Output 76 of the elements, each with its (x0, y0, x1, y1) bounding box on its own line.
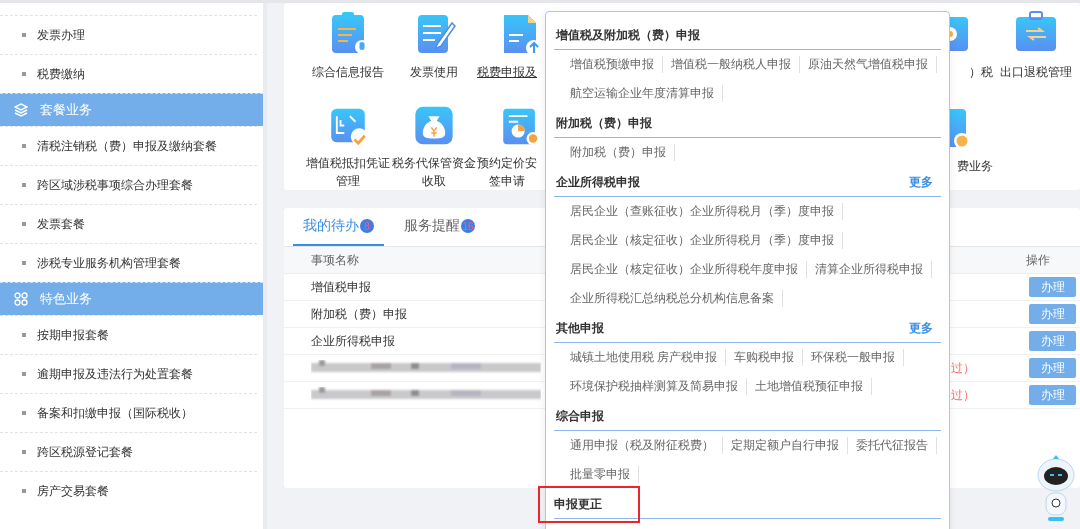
menu-link[interactable]: 环境保护税抽样测算及简易申报 (562, 378, 747, 395)
bullet-icon (22, 411, 26, 415)
menu-section-title: 增值税及附加税（费）申报 (554, 27, 701, 44)
bullet-icon (22, 489, 26, 493)
menu-link[interactable]: 附加税（费）申报 (562, 144, 675, 161)
status-text: 过） (951, 359, 975, 377)
sidebar-item[interactable]: 跨区税源登记套餐 (37, 443, 133, 461)
sidebar-item[interactable]: 税费缴纳 (37, 65, 85, 83)
more-link[interactable]: 更多 (909, 320, 933, 337)
menu-link[interactable]: 城镇土地使用税 房产税申报 (562, 349, 727, 366)
money-bag-icon[interactable] (412, 105, 456, 146)
bullet-icon (22, 33, 26, 37)
menu-link[interactable]: 增值税一般纳税人申报 (663, 56, 800, 73)
bullet-icon (22, 261, 26, 265)
bullet-icon (22, 372, 26, 376)
menu-section-title: 企业所得税申报 (555, 174, 641, 191)
menu-link[interactable]: 通用申报（税及附征税费） (562, 437, 723, 454)
service-label[interactable]: 费业务 (957, 157, 993, 175)
table-cell-text: 增值税申报 (311, 278, 372, 296)
menu-link[interactable]: 批量零申报 (562, 466, 639, 483)
sidebar-item[interactable]: 涉税专业服务机构管理套餐 (37, 254, 181, 272)
column-header: 事项名称 (311, 251, 360, 269)
section-label: 特色业务 (40, 290, 92, 308)
menu-link[interactable]: 定期定额户自行申报 (723, 437, 848, 454)
tab[interactable]: 服务提醒 16 (394, 208, 485, 246)
menu-link[interactable]: 企业所得税汇总纳税总分机构信息备案 (562, 290, 783, 307)
menu-link[interactable]: 居民企业（核定征收）企业所得税月（季）度申报 (562, 232, 843, 249)
grid-icon (14, 292, 28, 306)
menu-link[interactable]: 车购税申报 (726, 349, 804, 366)
bullet-icon (22, 144, 26, 148)
menu-link[interactable]: 航空运输企业年度清算申报 (562, 85, 723, 102)
table-cell-text: 附加税（费）申报 (311, 305, 408, 323)
service-label[interactable]: 管理 (306, 172, 390, 190)
service-label[interactable]: 增值税抵扣凭证 (306, 154, 390, 172)
menu-link[interactable]: 增值税预缴申报 (562, 56, 663, 73)
bullet-icon (22, 72, 26, 76)
menu-link[interactable]: 环保税一般申报 (803, 349, 905, 366)
service-label[interactable]: 综合信息报告 (312, 63, 384, 81)
service-label[interactable]: 预约定价安 (477, 154, 537, 172)
sidebar-item[interactable]: 房产交易套餐 (37, 482, 109, 500)
service-label[interactable]: 出口退税管理 (1000, 63, 1072, 81)
service-label[interactable]: 签申请 (477, 172, 537, 190)
service-label[interactable]: ）税 (969, 63, 993, 81)
menu-link[interactable]: 委托代征报告 (848, 437, 937, 454)
sidebar-item[interactable]: 跨区域涉税事项综合办理套餐 (37, 176, 193, 194)
section-label: 套餐业务 (40, 101, 92, 119)
bullet-icon (22, 183, 26, 187)
count-badge: 8 (360, 219, 374, 233)
more-link[interactable]: 更多 (909, 174, 933, 191)
menu-section-title: 其他申报 (555, 320, 605, 337)
layers-icon (14, 103, 28, 117)
sidebar-item[interactable]: 发票套餐 (37, 215, 85, 233)
menu-section-title: 综合申报 (555, 408, 605, 425)
sidebar-item[interactable]: 逾期申报及违法行为处置套餐 (37, 365, 193, 383)
column-header: 操作 (1026, 251, 1051, 269)
sidebar-item[interactable]: 清税注销税（费）申报及缴纳套餐 (37, 137, 217, 155)
service-label[interactable]: 发票使用 (410, 63, 458, 81)
sidebar-item[interactable]: 发票办理 (37, 26, 85, 44)
menu-link[interactable]: 清算企业所得税申报 (807, 261, 932, 278)
menu-link[interactable]: 原油天然气增值税申报 (800, 56, 937, 73)
bullet-icon (22, 222, 26, 226)
count-badge: 16 (461, 219, 475, 233)
menu-link[interactable]: 居民企业（核定征收）企业所得税年度申报 (562, 261, 807, 278)
table-cell-text: 企业所得税申报 (311, 332, 396, 350)
bullet-icon (22, 450, 26, 454)
menu-section-title: 申报更正 (538, 486, 640, 523)
sidebar-item[interactable]: 备案和扣缴申报（国际税收） (37, 404, 193, 422)
status-text: 过） (951, 386, 975, 404)
bullet-icon (22, 333, 26, 337)
service-label[interactable]: 收取 (392, 172, 476, 190)
menu-link[interactable]: 土地增值税预征申报 (747, 378, 872, 395)
service-label[interactable]: 税费申报及 (477, 63, 537, 81)
menu-link[interactable]: 居民企业（查账征收）企业所得税月（季）度申报 (562, 203, 843, 220)
service-label[interactable]: 税务代保管资金 (392, 154, 476, 172)
sidebar-item[interactable]: 按期申报套餐 (37, 326, 109, 344)
menu-section-title: 附加税（费）申报 (555, 115, 653, 132)
